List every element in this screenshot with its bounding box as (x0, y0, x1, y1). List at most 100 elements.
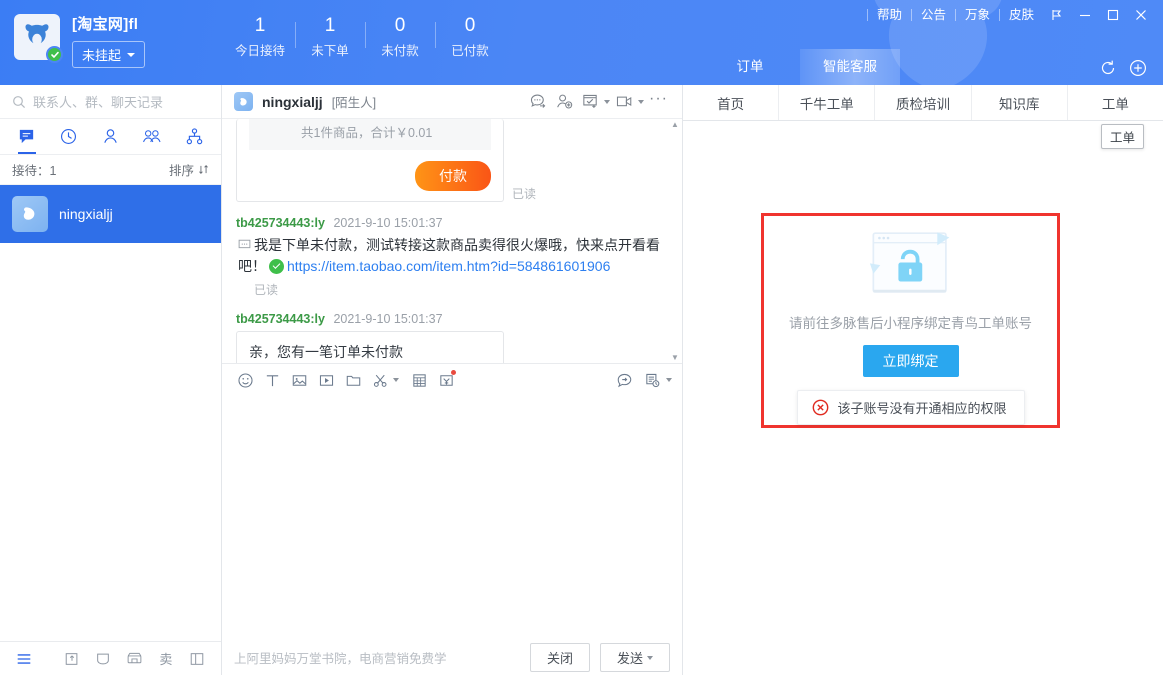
checklist-add-button[interactable] (579, 90, 602, 114)
header-right-icons (1097, 57, 1149, 79)
stat-no-order[interactable]: 1 未下单 (295, 14, 365, 59)
person-icon (104, 129, 117, 143)
stat-paid[interactable]: 0 已付款 (435, 14, 505, 59)
message-meta: tb425734443:ly 2021-9-10 15:01:37 (236, 216, 668, 230)
goods-summary: 共1件商品，合计￥0.01 (301, 126, 433, 140)
chevron-down-icon[interactable] (638, 99, 644, 104)
scroll-up-arrow[interactable]: ▲ (671, 121, 679, 129)
conversation-item[interactable]: ningxialjj (0, 185, 221, 243)
tab-ticket[interactable]: 工单 (1068, 85, 1163, 120)
minimize-button[interactable] (1071, 0, 1099, 30)
message-time: 2021-9-10 15:01:37 (333, 216, 443, 230)
search-icon (13, 95, 26, 108)
message-scrollbar[interactable]: ▲ ▼ (670, 121, 680, 362)
sell-button[interactable]: 卖 (150, 644, 181, 674)
image-button[interactable] (286, 367, 312, 393)
search-bar[interactable]: 联系人、群、聊天记录 (0, 85, 221, 119)
coupon-button[interactable] (433, 367, 459, 393)
compose-button[interactable] (56, 644, 87, 674)
chat-contact-tag: [陌生人] (331, 96, 377, 110)
sidebar-tab-messages[interactable] (12, 120, 42, 154)
help-link[interactable]: 帮助 (868, 0, 911, 30)
announcement-link[interactable]: 公告 (912, 0, 955, 30)
chevron-down-icon[interactable] (604, 99, 610, 104)
screenshot-button[interactable] (367, 367, 393, 393)
maximize-button[interactable] (1099, 0, 1127, 30)
checklist-add-icon (583, 94, 597, 108)
bind-message: 请前往多脉售后小程序绑定青鸟工单账号 (789, 316, 1032, 331)
conversation-list: ningxialjj (0, 185, 221, 641)
send-button[interactable]: 发送 (599, 643, 670, 672)
notification-badge (451, 370, 456, 375)
video-call-button[interactable] (613, 90, 636, 114)
menu-icon (17, 653, 30, 664)
calculator-button[interactable] (406, 367, 432, 393)
sidebar-tab-history[interactable] (54, 120, 84, 154)
shop-logo-wrap[interactable] (14, 14, 63, 63)
avatar (234, 92, 253, 111)
promo-text: 上阿里妈妈万堂书院，电商营销免费学 (234, 652, 447, 666)
shop-button[interactable] (119, 644, 150, 674)
text-format-button[interactable] (259, 367, 285, 393)
minimize-icon (1080, 14, 1090, 17)
close-button[interactable] (1127, 0, 1155, 30)
scroll-down-arrow[interactable]: ▼ (671, 353, 679, 361)
stat-value: 0 (464, 15, 476, 36)
app-header: 帮助 公告 万象 皮肤 [淘宝网]fl 未挂起 1 今日接待 1 未下单 0 未… (0, 0, 1163, 85)
transfer-chat-button[interactable] (527, 90, 550, 114)
permission-error-toast: 该子账号没有开通相应的权限 (796, 390, 1025, 425)
shop-status-label: 未挂起 (82, 48, 122, 63)
stat-unpaid[interactable]: 0 未付款 (365, 14, 435, 59)
shop-name: [淘宝网]fl (72, 16, 139, 33)
close-button[interactable]: 关闭 (529, 643, 590, 672)
shop-status-dropdown[interactable]: 未挂起 (72, 41, 146, 68)
message-meta: tb425734443:ly 2021-9-10 15:01:37 (236, 312, 668, 326)
chevron-down-icon[interactable] (647, 655, 653, 660)
refresh-button[interactable] (1097, 57, 1119, 79)
add-button[interactable] (1127, 57, 1149, 79)
stat-value: 0 (394, 15, 406, 36)
video-button[interactable] (313, 367, 339, 393)
folder-button[interactable] (340, 367, 366, 393)
chevron-down-icon[interactable] (393, 378, 399, 382)
stat-today-received[interactable]: 1 今日接待 (225, 14, 295, 59)
pin-window-button[interactable] (1043, 0, 1071, 30)
chat-toolbar-right (611, 367, 672, 393)
more-options-button[interactable]: ··· (647, 90, 670, 114)
add-contact-button[interactable] (553, 90, 576, 114)
chat-history-button[interactable] (639, 367, 665, 393)
search-input[interactable]: 联系人、群、聊天记录 (33, 92, 163, 111)
tab-knowledge-base[interactable]: 知识库 (972, 85, 1068, 120)
bind-now-button[interactable]: 立即绑定 (862, 345, 959, 377)
folder-icon (346, 375, 360, 386)
compose-icon (65, 652, 78, 665)
sidebar-tab-contacts[interactable] (95, 120, 125, 154)
menu-button[interactable] (8, 644, 39, 674)
emoji-button[interactable] (232, 367, 258, 393)
message-input[interactable] (222, 396, 682, 640)
verified-check-icon (50, 51, 59, 58)
chat-history-icon (645, 373, 659, 387)
inbox-button[interactable] (87, 644, 118, 674)
quick-reply-button[interactable] (611, 367, 637, 393)
tab-qianniu-ticket[interactable]: 千牛工单 (779, 85, 876, 120)
sidebar-tab-org[interactable] (179, 120, 209, 154)
shop-meta: [淘宝网]fl 未挂起 (72, 13, 146, 68)
header-tab-orders[interactable]: 订单 (700, 49, 800, 85)
tab-home[interactable]: 首页 (683, 85, 780, 120)
chevron-down-icon[interactable] (666, 378, 672, 382)
sort-button[interactable]: 排序 (169, 160, 209, 179)
tab-quality-training[interactable]: 质检培训 (875, 85, 972, 120)
chat-contact-name: ningxialjj (262, 93, 323, 110)
user-avatar-icon (239, 97, 247, 105)
pay-button[interactable]: 付款 (415, 161, 491, 191)
wanxiang-link[interactable]: 万象 (956, 0, 999, 30)
header-tabs: 订单 智能客服 (700, 49, 900, 85)
message-link[interactable]: https://item.taobao.com/item.htm?id=5848… (287, 258, 610, 274)
layout-button[interactable] (182, 644, 213, 674)
skin-link[interactable]: 皮肤 (1000, 0, 1043, 30)
conversation-name: ningxialjj (59, 206, 113, 222)
sidebar-tab-groups[interactable] (137, 120, 167, 154)
header-tab-smart-service[interactable]: 智能客服 (800, 49, 900, 85)
clock-icon (61, 128, 77, 145)
